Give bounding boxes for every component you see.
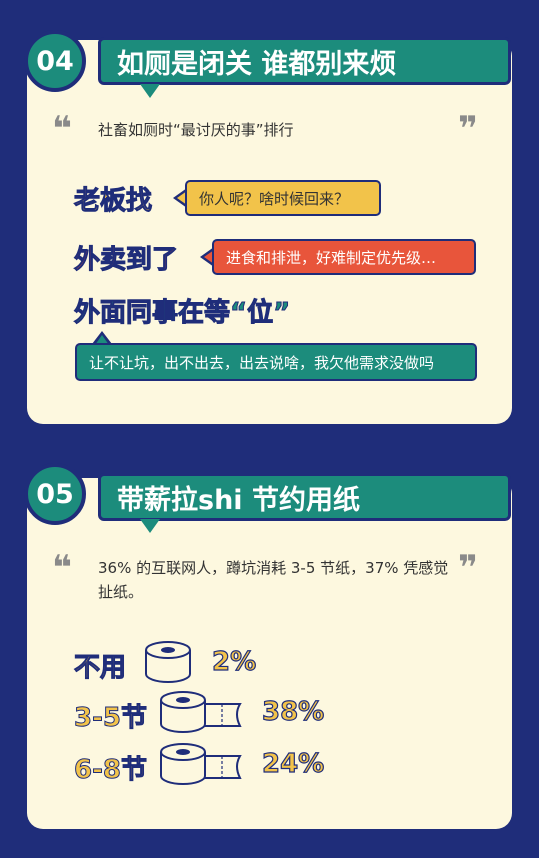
paper-label-3-5: 3-5节: [74, 703, 148, 734]
section-number-badge: 05: [24, 463, 86, 525]
speech-bubble-delivery: 进食和排泄，好难制定优先级…: [212, 239, 476, 275]
paper-label-none: 不用: [73, 653, 127, 684]
section-title-05: 带薪拉shi 节约用纸: [98, 473, 511, 521]
open-quote-icon: ❝: [52, 548, 72, 588]
speech-bubble-boss: 你人呢？啥时候回来？: [185, 180, 381, 216]
item-label-boss: 老板找: [73, 186, 153, 217]
paper-value-3-5: 38%: [261, 696, 325, 727]
close-quote-icon: ❞: [458, 548, 478, 588]
title-tail: [140, 84, 160, 98]
toilet-roll-unrolled-icon: [160, 691, 242, 733]
item-label-colleague: 外面同事在等“位”: [73, 298, 291, 329]
section-intro: 社畜如厕时“最讨厌的事”排行: [98, 121, 294, 139]
toilet-roll-icon: [145, 641, 191, 683]
item-label-delivery: 外卖到了: [73, 245, 179, 276]
section-title-04: 如厕是闭关 谁都别来烦: [98, 37, 511, 85]
open-quote-icon: ❝: [52, 109, 72, 149]
section-number-badge: 04: [24, 30, 86, 92]
paper-label-6-8: 6-8节: [74, 755, 148, 786]
speech-bubble-colleague: 让不让坑，出不出去，出去说啥，我欠他需求没做吗: [75, 343, 477, 381]
toilet-roll-unrolled-icon: [160, 743, 242, 785]
close-quote-icon: ❞: [458, 109, 478, 149]
paper-value-6-8: 24%: [261, 748, 325, 779]
title-tail: [140, 519, 160, 533]
paper-value-none: 2%: [211, 646, 257, 677]
section-intro: 36% 的互联网人，蹲坑消耗 3-5 节纸，37% 凭感觉扯纸。: [98, 559, 449, 601]
